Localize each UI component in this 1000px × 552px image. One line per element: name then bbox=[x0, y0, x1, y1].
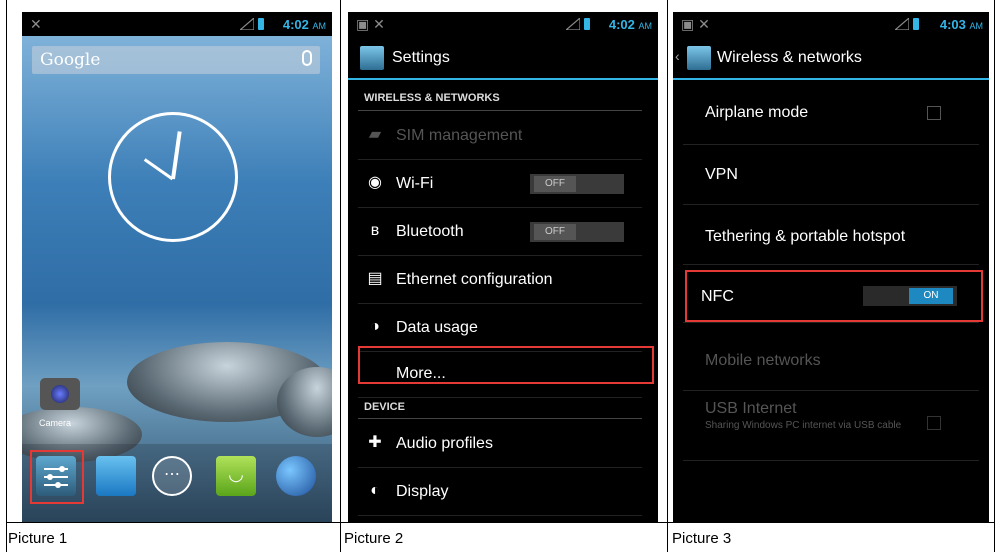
bluetooth-toggle[interactable]: OFF bbox=[530, 222, 624, 242]
bluetooth-icon: ʙ bbox=[370, 222, 380, 239]
settings-item-vpn[interactable]: VPN bbox=[683, 144, 979, 205]
status-bar: ✕ 4:02 AM bbox=[22, 12, 332, 36]
frame-line bbox=[340, 0, 341, 552]
item-summary: Sharing Windows PC internet via USB cabl… bbox=[705, 420, 902, 431]
settings-item-mobile-networks[interactable]: Mobile networks bbox=[683, 330, 979, 391]
signal-icon bbox=[566, 18, 580, 30]
settings-item-bluetooth[interactable]: ʙ Bluetooth OFF bbox=[358, 208, 642, 256]
item-label: Airplane mode bbox=[705, 104, 809, 121]
frame-line bbox=[6, 0, 7, 552]
home-screen-panel: ✕ 4:02 AM Google Camera ⋯ ◡ bbox=[22, 12, 332, 522]
toggle-state: OFF bbox=[534, 224, 576, 240]
item-label: VPN bbox=[705, 166, 738, 183]
status-bar: ▣ ✕ 4:02 AM bbox=[348, 12, 658, 36]
ethernet-icon: ▤ bbox=[367, 270, 383, 287]
audio-profiles-icon: ✚ bbox=[368, 434, 382, 451]
settings-icon bbox=[360, 46, 384, 70]
item-label: Tethering & portable hotspot bbox=[705, 228, 906, 245]
sim-icon: ▰ bbox=[368, 126, 382, 143]
contacts-app-icon[interactable] bbox=[96, 456, 136, 496]
airplane-mode-checkbox[interactable] bbox=[927, 106, 941, 120]
settings-item-sim-management[interactable]: ▰ SIM management bbox=[358, 112, 642, 160]
mic-icon[interactable] bbox=[302, 50, 312, 66]
camera-label: Camera bbox=[39, 418, 72, 428]
battery-icon bbox=[258, 18, 264, 30]
wifi-toggle[interactable]: OFF bbox=[530, 174, 624, 194]
settings-item-airplane-mode[interactable]: Airplane mode bbox=[683, 82, 979, 145]
item-label: USB Internet bbox=[705, 400, 797, 417]
nfc-highlight-box bbox=[685, 270, 983, 322]
wireless-networks-panel: ▣ ✕ 4:03 AM ‹ Wireless & networks Airpla… bbox=[673, 12, 989, 522]
screenshot-icon: ▣ ✕ bbox=[356, 16, 385, 32]
item-label: Audio profiles bbox=[396, 435, 493, 452]
back-chevron-icon[interactable]: ‹ bbox=[675, 48, 680, 64]
camera-app-icon[interactable] bbox=[40, 378, 80, 410]
analog-clock-widget[interactable] bbox=[108, 112, 238, 242]
settings-item-audio-profiles[interactable]: ✚ Audio profiles bbox=[358, 420, 642, 468]
page-title: Wireless & networks bbox=[717, 49, 862, 66]
wifi-icon: ◉ bbox=[368, 174, 382, 191]
item-label: SIM management bbox=[396, 127, 523, 144]
data-usage-icon: ◑ bbox=[370, 318, 380, 335]
top-strip bbox=[0, 0, 1000, 12]
settings-item-tethering[interactable]: Tethering & portable hotspot bbox=[683, 204, 979, 265]
clock-hour-hand bbox=[171, 131, 182, 180]
toggle-state: OFF bbox=[534, 176, 576, 192]
status-bar: ▣ ✕ 4:03 AM bbox=[673, 12, 989, 36]
google-label: Google bbox=[40, 50, 101, 70]
signal-icon bbox=[895, 18, 909, 30]
action-bar: Settings bbox=[348, 36, 658, 80]
tools-icon: ✕ bbox=[30, 16, 42, 32]
settings-item-ethernet[interactable]: ▤ Ethernet configuration bbox=[358, 256, 642, 304]
settings-item-data-usage[interactable]: ◑ Data usage bbox=[358, 304, 642, 352]
google-search-bar[interactable]: Google bbox=[32, 46, 320, 74]
camera-lens-icon bbox=[51, 385, 69, 403]
status-time: 4:02 AM bbox=[282, 17, 326, 32]
more-highlight-box bbox=[358, 346, 654, 384]
section-divider bbox=[358, 110, 642, 111]
settings-panel: ▣ ✕ 4:02 AM Settings WIRELESS & NETWORKS… bbox=[348, 12, 658, 522]
item-label: Bluetooth bbox=[396, 223, 464, 240]
action-bar: ‹ Wireless & networks bbox=[673, 36, 989, 80]
signal-icon bbox=[240, 18, 254, 30]
app-drawer-icon[interactable]: ⋯ bbox=[152, 456, 192, 496]
caption-picture-2: Picture 2 bbox=[344, 530, 404, 547]
frame-line bbox=[6, 522, 994, 523]
section-header: DEVICE bbox=[364, 401, 405, 413]
page-title: Settings bbox=[392, 49, 450, 66]
item-label: Display bbox=[396, 483, 449, 500]
clock-minute-hand bbox=[143, 158, 174, 181]
usb-internet-checkbox[interactable] bbox=[927, 416, 941, 430]
caption-picture-3: Picture 3 bbox=[672, 530, 732, 547]
settings-icon bbox=[687, 46, 711, 70]
item-label: Data usage bbox=[396, 319, 478, 336]
frame-line bbox=[667, 0, 668, 552]
frame-line bbox=[994, 0, 995, 552]
settings-item-wifi[interactable]: ◉ Wi-Fi OFF bbox=[358, 160, 642, 208]
display-icon: ◐ bbox=[370, 482, 380, 499]
screenshot-icon: ▣ ✕ bbox=[681, 16, 710, 32]
battery-icon bbox=[584, 18, 590, 30]
item-label: Mobile networks bbox=[705, 352, 821, 369]
settings-highlight-box bbox=[30, 450, 84, 504]
settings-item-display[interactable]: ◐ Display bbox=[358, 468, 642, 516]
messaging-app-icon[interactable]: ◡ bbox=[216, 456, 256, 496]
caption-picture-1: Picture 1 bbox=[8, 530, 68, 547]
section-divider bbox=[358, 418, 642, 419]
item-label: Wi-Fi bbox=[396, 175, 434, 192]
status-time: 4:03 AM bbox=[939, 17, 983, 32]
section-header: WIRELESS & NETWORKS bbox=[364, 92, 500, 104]
item-label: Ethernet configuration bbox=[396, 271, 553, 288]
status-time: 4:02 AM bbox=[608, 17, 652, 32]
settings-item-usb-internet[interactable]: USB Internet Sharing Windows PC internet… bbox=[683, 390, 979, 461]
browser-app-icon[interactable] bbox=[276, 456, 316, 496]
battery-icon bbox=[913, 18, 919, 30]
